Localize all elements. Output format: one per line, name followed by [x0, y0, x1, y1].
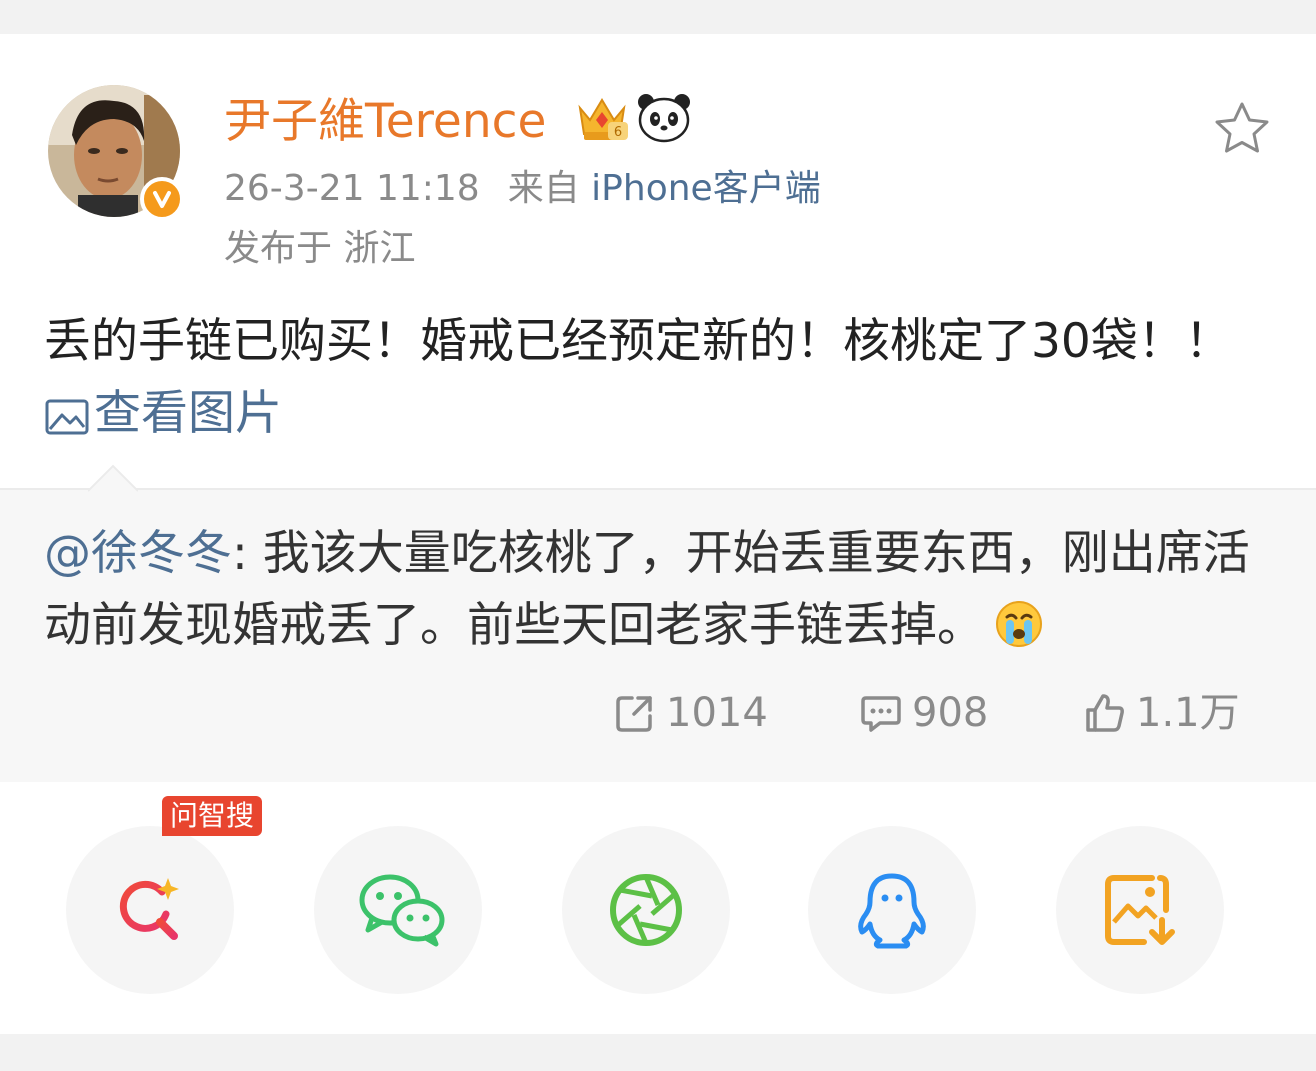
view-pictures-link[interactable]: 查看图片 — [44, 386, 282, 441]
like-count-button[interactable]: 1.1万 — [1084, 678, 1240, 748]
post-meta: 26-3-21 11:18 来自 iPhone客户端 — [224, 164, 821, 214]
avatar[interactable] — [48, 85, 184, 221]
share-qq-button[interactable] — [808, 826, 976, 994]
share-moments-button[interactable] — [562, 826, 730, 994]
crown-icon: 6 — [574, 90, 630, 144]
comment-count: 908 — [912, 690, 989, 736]
search-ai-icon — [119, 878, 179, 940]
view-pictures-label: 查看图片 — [94, 386, 282, 441]
bottom-divider — [0, 1034, 1316, 1071]
save-image-button[interactable] — [1056, 826, 1224, 994]
reposted-content[interactable]: @徐冬冬: 我该大量吃核桃了，开始丢重要东西，刚出席活动前发现婚戒丢了。前些天回… — [0, 464, 1316, 782]
post-text: 丢的手链已购买！婚戒已经预定新的！核桃定了30袋！！ — [44, 314, 1232, 369]
source-prefix: 来自 — [507, 168, 580, 209]
wechat-icon — [359, 874, 445, 947]
repost-notch — [88, 464, 138, 492]
like-count: 1.1万 — [1136, 690, 1240, 736]
qq-icon — [858, 873, 926, 949]
verified-badge-icon — [140, 177, 184, 221]
author-name[interactable]: 尹子維Terence — [224, 92, 546, 152]
crying-emoji-icon — [994, 598, 1044, 670]
share-wechat-button[interactable] — [314, 826, 482, 994]
save-image-icon — [1105, 875, 1175, 945]
comment-count-button[interactable]: 908 — [860, 678, 988, 748]
share-row — [0, 820, 1316, 1000]
post-timestamp: 26-3-21 11:18 — [224, 168, 480, 209]
moments-icon — [610, 874, 682, 946]
post-source-link[interactable]: iPhone客户端 — [591, 168, 821, 209]
share-wenzhisou-button[interactable] — [66, 826, 234, 994]
post-card: 尹子維Terence 6 26-3-21 11:18 来自 iPhone客户端 … — [0, 34, 1316, 1034]
repost-icon — [616, 696, 652, 732]
wenzhisou-badge: 问智搜 — [162, 796, 263, 836]
repost-author-mention[interactable]: @徐冬冬 — [44, 526, 232, 581]
image-icon — [45, 399, 89, 435]
repost-count: 1014 — [666, 690, 768, 736]
panda-icon — [636, 92, 692, 144]
weibo-post-page: 尹子維Terence 6 26-3-21 11:18 来自 iPhone客户端 … — [0, 0, 1316, 1071]
repost-count-button[interactable]: 1014 — [614, 678, 768, 748]
thumbs-up-icon — [1086, 694, 1124, 732]
comment-icon — [861, 696, 901, 732]
post-body: 丢的手链已购买！婚戒已经预定新的！核桃定了30袋！！ 查看图片 — [44, 306, 1284, 450]
svg-text:6: 6 — [614, 125, 622, 140]
top-divider — [0, 0, 1316, 10]
repost-body: @徐冬冬: 我该大量吃核桃了，开始丢重要东西，刚出席活动前发现婚戒丢了。前些天回… — [44, 518, 1284, 670]
favorite-star-icon[interactable] — [1212, 100, 1272, 156]
post-location: 发布于 浙江 — [224, 228, 416, 269]
